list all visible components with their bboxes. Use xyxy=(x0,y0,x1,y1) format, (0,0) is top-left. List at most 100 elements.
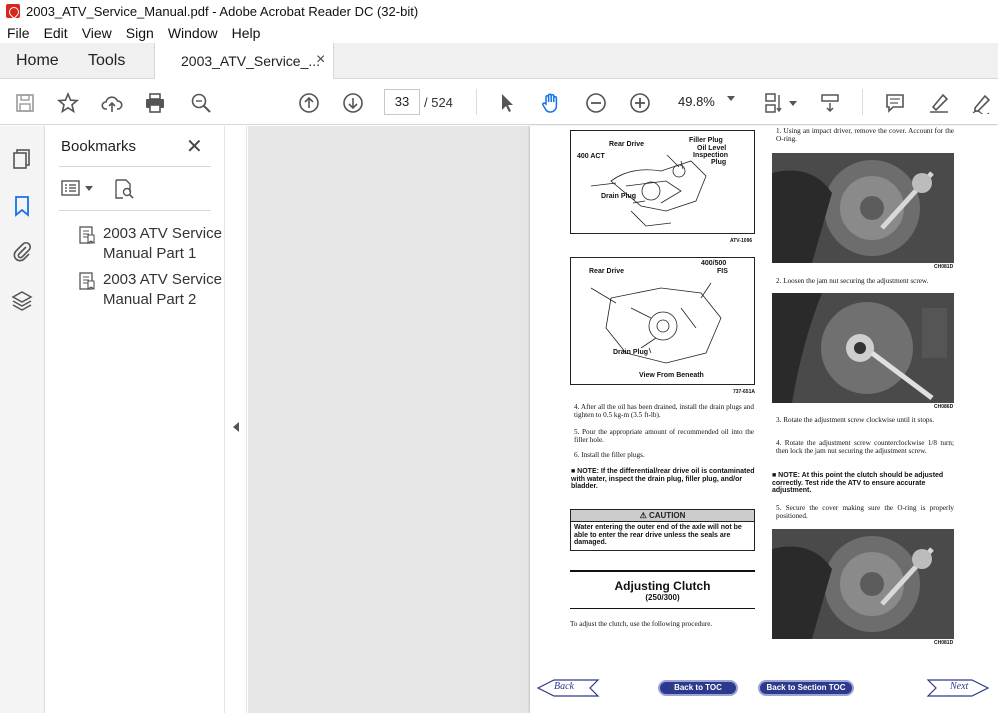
figure-label: 400/500 xyxy=(701,260,727,267)
caution-box: ⚠ CAUTION Water entering the outer end o… xyxy=(570,509,755,551)
menu-edit[interactable]: Edit xyxy=(44,25,68,41)
zoom-in-icon[interactable] xyxy=(628,91,652,115)
paperclip-icon[interactable] xyxy=(11,240,33,262)
chevron-down-icon[interactable] xyxy=(727,96,735,101)
figure-label: Drain Plug xyxy=(601,193,637,200)
window-title: 2003_ATV_Service_Manual.pdf - Adobe Acro… xyxy=(26,3,419,19)
back-button-label: Back xyxy=(554,681,574,692)
sign-pen-icon[interactable] xyxy=(970,91,994,115)
page-down-icon[interactable] xyxy=(341,91,365,115)
menu-view[interactable]: View xyxy=(82,25,112,41)
tab-tools[interactable]: Tools xyxy=(88,52,125,70)
layers-icon[interactable] xyxy=(11,290,33,312)
step-text: 1. Using an impact driver, remove the co… xyxy=(776,127,954,143)
back-button[interactable]: Back xyxy=(536,678,600,698)
document-viewport[interactable]: Rear Drive Filler Plug Oil Level Inspect… xyxy=(248,126,998,713)
caution-title: ⚠ CAUTION xyxy=(571,510,754,522)
clutch-cover-photo xyxy=(772,153,954,263)
figure-label: FIS xyxy=(717,268,728,275)
bookmark-label: 2003 ATV Service Manual Part 1 xyxy=(103,225,222,262)
figure-id: 737-651A xyxy=(733,389,755,395)
bookmark-options-icon[interactable] xyxy=(61,178,95,203)
step-text: 5. Secure the cover making sure the O-ri… xyxy=(776,504,954,520)
panel-divider xyxy=(59,210,211,211)
rear-drive-diagram xyxy=(590,154,707,227)
section-title: Adjusting Clutch xyxy=(614,579,711,593)
bookmark-page-icon xyxy=(79,226,95,244)
print-icon[interactable] xyxy=(143,91,167,115)
section-rule xyxy=(570,608,755,609)
panel-divider xyxy=(59,166,211,167)
acrobat-icon xyxy=(6,4,20,18)
menu-file[interactable]: File xyxy=(7,25,30,41)
section-rule xyxy=(570,570,755,572)
highlight-pen-icon[interactable] xyxy=(927,91,951,115)
page-number-input[interactable]: 33 xyxy=(384,89,420,115)
menu-bar: File Edit View Sign Window Help xyxy=(0,22,998,43)
bookmark-icon[interactable] xyxy=(11,195,33,217)
zoom-search-icon[interactable] xyxy=(189,91,213,115)
chevron-left-icon[interactable] xyxy=(233,422,239,432)
rear-drive-beneath-diagram xyxy=(590,282,722,364)
clutch-photo xyxy=(772,529,954,639)
select-cursor-icon[interactable] xyxy=(495,91,519,115)
star-icon[interactable] xyxy=(56,91,80,115)
figure-label: Filler Plug xyxy=(689,137,723,144)
photo-id: CH081D xyxy=(934,264,954,270)
bookmark-page-icon xyxy=(79,272,95,290)
figure-label: Rear Drive xyxy=(589,268,625,275)
scroll-mode-icon[interactable] xyxy=(818,91,842,115)
bookmarks-panel-title: Bookmarks xyxy=(61,138,137,155)
figure-label: Rear Drive xyxy=(609,141,645,148)
cloud-upload-icon[interactable] xyxy=(100,91,124,115)
next-button[interactable]: Next xyxy=(926,678,990,698)
figure-label: Oil Level xyxy=(697,145,727,152)
back-to-section-toc-button[interactable]: Back to Section TOC xyxy=(758,680,854,696)
page-layout-icon[interactable] xyxy=(762,91,786,115)
figure-label: 400 ACT xyxy=(577,153,605,160)
caution-body: Water entering the outer end of the axle… xyxy=(574,524,742,546)
tab-close-button[interactable]: × xyxy=(316,51,325,69)
clutch-photo xyxy=(772,153,954,263)
section-subtitle: (250/300) xyxy=(645,593,680,602)
photo-id: CH086D xyxy=(934,404,954,410)
jam-nut-photo xyxy=(772,293,954,403)
find-bookmark-icon[interactable] xyxy=(113,178,135,205)
navigation-rail xyxy=(0,126,45,713)
page-thumbnails-icon[interactable] xyxy=(11,148,33,170)
zoom-level-select[interactable]: 49.8% xyxy=(670,89,742,115)
toolbar-divider xyxy=(862,89,863,115)
next-button-label: Next xyxy=(950,681,969,692)
figure-label: View From Beneath xyxy=(639,372,704,379)
menu-help[interactable]: Help xyxy=(232,25,261,41)
hand-tool-icon[interactable] xyxy=(539,91,563,115)
clutch-cover-installed-photo xyxy=(772,529,954,639)
clutch-photo xyxy=(772,293,954,403)
step-text: 4. After all the oil has been drained, i… xyxy=(574,403,754,419)
figure-label: Inspection xyxy=(693,152,729,159)
diagram-figure: Rear Drive 400/500 FIS Drain Plug View F… xyxy=(570,257,755,385)
close-panel-button[interactable]: ✕ xyxy=(186,134,203,159)
page-up-icon[interactable] xyxy=(297,91,321,115)
step-text: 6. Install the filler plugs. xyxy=(574,451,645,459)
back-to-toc-button[interactable]: Back to TOC xyxy=(658,680,738,696)
bookmark-label: 2003 ATV Service Manual Part 2 xyxy=(103,271,222,308)
menu-window[interactable]: Window xyxy=(168,25,218,41)
tab-document[interactable]: 2003_ATV_Service_... × xyxy=(154,43,334,80)
diagram-figure: Rear Drive Filler Plug Oil Level Inspect… xyxy=(570,130,755,234)
menu-sign[interactable]: Sign xyxy=(126,25,154,41)
step-text: 2. Loosen the jam nut securing the adjus… xyxy=(776,277,929,285)
page-total: / 524 xyxy=(424,95,453,110)
zoom-out-icon[interactable] xyxy=(584,91,608,115)
save-icon[interactable] xyxy=(13,91,37,115)
chevron-down-icon[interactable] xyxy=(788,91,798,115)
tab-home[interactable]: Home xyxy=(16,52,59,70)
panel-collapse-handle[interactable] xyxy=(224,126,247,713)
figure-label: Plug xyxy=(711,159,727,166)
toolbar-divider xyxy=(476,89,477,115)
pdf-page: Rear Drive Filler Plug Oil Level Inspect… xyxy=(530,126,998,713)
comment-icon[interactable] xyxy=(883,91,907,115)
note-text: ■ NOTE: If the differential/rear drive o… xyxy=(571,468,755,490)
step-text: 4. Rotate the adjustment screw countercl… xyxy=(776,439,954,455)
note-text: ■ NOTE: At this point the clutch should … xyxy=(772,472,944,494)
